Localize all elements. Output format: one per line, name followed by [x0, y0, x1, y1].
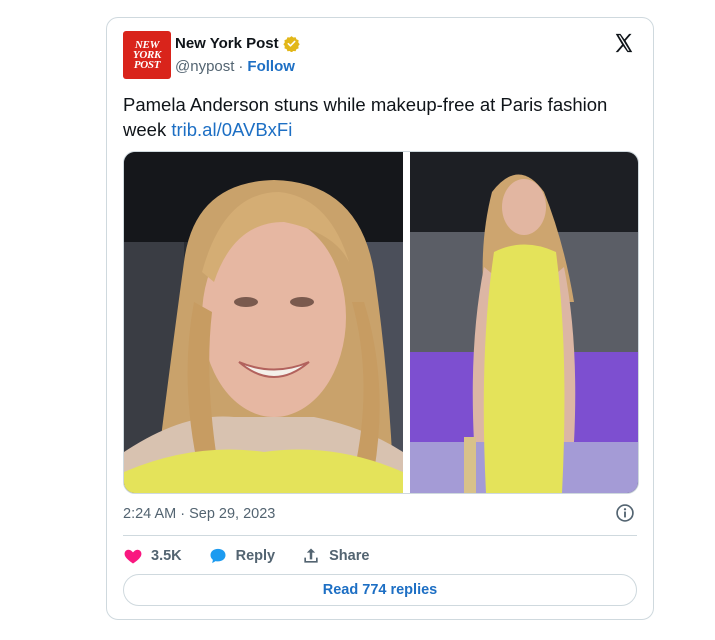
share-icon	[304, 548, 318, 563]
photo-full-length	[410, 152, 638, 493]
avatar[interactable]: NEW YORK POST	[123, 31, 171, 79]
share-label: Share	[329, 548, 370, 564]
handle-row: @nypost · Follow	[175, 58, 295, 75]
like-count: 3.5K	[151, 548, 182, 564]
tweet-actions: 3.5K Reply Share	[123, 542, 395, 570]
share-button[interactable]: Share	[301, 546, 369, 566]
tweet-card: NEW YORK POST New York Post @nypost · Fo…	[106, 17, 654, 620]
tweet-text: Pamela Anderson stuns while makeup-free …	[123, 92, 643, 142]
reply-label: Reply	[235, 548, 276, 564]
like-button[interactable]: 3.5K	[123, 546, 182, 566]
author-name-row: New York Post	[175, 35, 300, 52]
divider	[123, 535, 637, 536]
follow-button[interactable]: Follow	[247, 58, 295, 75]
author-handle[interactable]: @nypost	[175, 58, 234, 75]
author-name[interactable]: New York Post	[175, 35, 279, 52]
verified-badge-icon	[283, 36, 300, 52]
tweet-link[interactable]: trib.al/0AVBxFi	[171, 119, 292, 140]
tweet-timestamp[interactable]: 2:24 AM · Sep 29, 2023	[123, 506, 275, 522]
reply-button[interactable]: Reply	[208, 546, 276, 566]
tweet-media[interactable]	[123, 151, 639, 494]
heart-icon	[124, 549, 142, 564]
read-replies-button[interactable]: Read 774 replies	[123, 574, 637, 606]
logo-line-3: POST	[133, 59, 161, 71]
photo-closeup	[124, 152, 403, 493]
separator: ·	[238, 58, 244, 75]
x-logo-icon[interactable]	[613, 32, 635, 54]
info-icon[interactable]	[615, 503, 635, 523]
reply-icon	[210, 548, 226, 564]
media-photos	[124, 152, 638, 493]
